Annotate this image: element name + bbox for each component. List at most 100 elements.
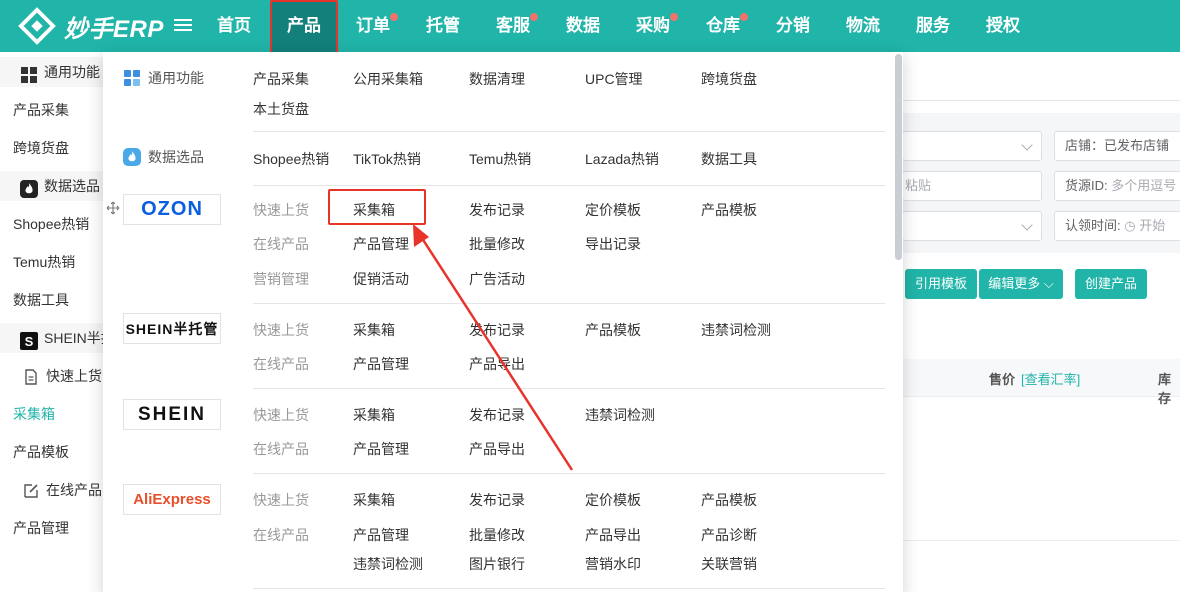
menu-link-public-collect-box[interactable]: 公用采集箱: [353, 69, 423, 89]
menu-ali-related-marketing[interactable]: 关联营销: [701, 554, 757, 574]
menu-ali-publish-records[interactable]: 发布记录: [469, 490, 525, 510]
menu-ozon-online-products[interactable]: 在线产品: [253, 234, 309, 254]
nav-logistics[interactable]: 物流: [844, 0, 882, 52]
menu-shein-semi-publish-records[interactable]: 发布记录: [469, 320, 525, 340]
menu-link-tiktok-hot[interactable]: TikTok热销: [353, 149, 421, 169]
menu-ali-batch-edit[interactable]: 批量修改: [469, 525, 525, 545]
menu-shein-semi-product-management[interactable]: 产品管理: [353, 354, 409, 374]
menu-ali-product-export[interactable]: 产品导出: [585, 525, 641, 545]
annotation-highlight-nav-product: [270, 0, 338, 58]
menu-link-data-cleanup[interactable]: 数据清理: [469, 69, 525, 89]
menu-shein-semi-product-template[interactable]: 产品模板: [585, 320, 641, 340]
menu-divider: [253, 303, 885, 304]
menu-ali-online-products[interactable]: 在线产品: [253, 525, 309, 545]
sidebar-item-product-template[interactable]: 产品模板: [0, 442, 104, 462]
menu-ali-collect-box[interactable]: 采集箱: [353, 490, 395, 510]
menu-ali-product-template[interactable]: 产品模板: [701, 490, 757, 510]
menu-ali-image-bank[interactable]: 图片银行: [469, 554, 525, 574]
menu-ali-pricing-template[interactable]: 定价模板: [585, 490, 641, 510]
menu-shein-semi-collect-box[interactable]: 采集箱: [353, 320, 395, 340]
nav-hosting[interactable]: 托管: [424, 0, 462, 52]
nav-authorization[interactable]: 授权: [984, 0, 1022, 52]
notification-dot: [740, 13, 748, 21]
sidebar-item-product-collect[interactable]: 产品采集: [0, 100, 104, 120]
logo[interactable]: 妙手ERP: [18, 7, 164, 45]
sidebar-item-data-tools[interactable]: 数据工具: [0, 290, 104, 310]
menu-ozon-publish-records[interactable]: 发布记录: [469, 200, 525, 220]
ref-template-button[interactable]: 引用模板: [905, 269, 977, 299]
nav-data[interactable]: 数据: [564, 0, 602, 52]
move-icon[interactable]: [106, 201, 120, 215]
menu-ozon-product-template[interactable]: 产品模板: [701, 200, 757, 220]
sidebar-item-product-management[interactable]: 产品管理: [0, 518, 104, 538]
menu-link-product-collect[interactable]: 产品采集: [253, 69, 309, 89]
menu-link-upc-management[interactable]: UPC管理: [585, 69, 643, 89]
menu-link-cross-border-pallet[interactable]: 跨境货盘: [701, 69, 757, 89]
menu-ozon-ad-campaigns[interactable]: 广告活动: [469, 269, 525, 289]
sidebar-item-cross-border[interactable]: 跨境货盘: [0, 138, 104, 158]
menu-shein-collect-box[interactable]: 采集箱: [353, 405, 395, 425]
brand-aliexpress-logo: AliExpress: [123, 484, 221, 515]
menu-ozon-export-records[interactable]: 导出记录: [585, 234, 641, 254]
source-id-input[interactable]: 货源ID: 多个用逗号: [1054, 171, 1180, 201]
nav-home[interactable]: 首页: [212, 0, 256, 52]
store-filter-select[interactable]: 店铺：已发布店铺: [1054, 131, 1180, 161]
sidebar-group-data-select[interactable]: 数据选品: [0, 171, 104, 201]
document-icon: [22, 368, 40, 386]
view-exchange-rate-link[interactable]: [查看汇率]: [1021, 369, 1080, 388]
menu-link-shopee-hot[interactable]: Shopee热销: [253, 149, 329, 169]
menu-ozon-quick-upload[interactable]: 快速上货: [253, 200, 309, 220]
menu-ozon-marketing[interactable]: 营销管理: [253, 269, 309, 289]
sidebar-group-general[interactable]: 通用功能: [0, 57, 104, 87]
menu-link-lazada-hot[interactable]: Lazada热销: [585, 149, 659, 169]
menu-ali-quick-upload[interactable]: 快速上货: [253, 490, 309, 510]
menu-ali-marketing-watermark[interactable]: 营销水印: [585, 554, 641, 574]
menu-link-data-tools[interactable]: 数据工具: [701, 149, 757, 169]
edit-more-button[interactable]: 编辑更多 ⌵: [979, 269, 1063, 299]
sidebar-group-shein-semi[interactable]: S SHEIN半托管: [0, 323, 104, 353]
nav-purchase[interactable]: 采购: [634, 0, 678, 52]
menu-shein-online-products[interactable]: 在线产品: [253, 439, 309, 459]
sidebar-item-temu-hot[interactable]: Temu热销: [0, 252, 104, 272]
menu-ozon-product-management[interactable]: 产品管理: [353, 234, 409, 254]
sidebar-item-online-products[interactable]: 在线产品: [0, 480, 104, 500]
menu-shein-quick-upload[interactable]: 快速上货: [253, 405, 309, 425]
section-general: 通用功能: [123, 68, 204, 88]
menu-shein-semi-online-products[interactable]: 在线产品: [253, 354, 309, 374]
hamburger-menu-icon[interactable]: [174, 16, 192, 34]
filter-select[interactable]: [902, 131, 1042, 161]
nav-warehouse[interactable]: 仓库: [704, 0, 748, 52]
menu-shein-semi-product-export[interactable]: 产品导出: [469, 354, 525, 374]
menu-link-temu-hot[interactable]: Temu热销: [469, 149, 531, 169]
menu-ali-product-management[interactable]: 产品管理: [353, 525, 409, 545]
top-nav-bar: 妙手ERP 首页 产品 订单 托管 客服 数据 采购 仓库 分销 物流 服务 授…: [0, 0, 1180, 52]
nav-customer-service[interactable]: 客服: [494, 0, 538, 52]
menu-ozon-pricing-template[interactable]: 定价模板: [585, 200, 641, 220]
tab-underline: [902, 100, 1180, 101]
menu-shein-publish-records[interactable]: 发布记录: [469, 405, 525, 425]
menu-shein-banned-words[interactable]: 违禁词检测: [585, 405, 655, 425]
menu-ali-banned-words[interactable]: 违禁词检测: [353, 554, 423, 574]
menu-ozon-batch-edit[interactable]: 批量修改: [469, 234, 525, 254]
paste-input[interactable]: 粘贴: [902, 171, 1042, 201]
menu-ozon-promotions[interactable]: 促销活动: [353, 269, 409, 289]
nav-distribution[interactable]: 分销: [774, 0, 812, 52]
claim-time-input[interactable]: 认领时间: ◷ 开始: [1054, 211, 1180, 241]
menu-shein-product-export[interactable]: 产品导出: [469, 439, 525, 459]
menu-shein-semi-quick-upload[interactable]: 快速上货: [253, 320, 309, 340]
sidebar-item-quick-upload[interactable]: 快速上货: [0, 366, 104, 386]
menu-ali-product-diagnosis[interactable]: 产品诊断: [701, 525, 757, 545]
menu-link-local-pallet[interactable]: 本土货盘: [253, 99, 309, 119]
menu-scrollbar[interactable]: [895, 54, 902, 260]
filter-select-2[interactable]: [902, 211, 1042, 241]
flame-icon: [123, 148, 141, 166]
sidebar-item-collect-box[interactable]: 采集箱: [0, 404, 104, 424]
menu-shein-product-management[interactable]: 产品管理: [353, 439, 409, 459]
sidebar-item-shopee-hot[interactable]: Shopee热销: [0, 214, 104, 234]
create-product-button[interactable]: 创建产品: [1075, 269, 1147, 299]
menu-divider: [253, 185, 885, 186]
menu-shein-semi-banned-words[interactable]: 违禁词检测: [701, 320, 771, 340]
nav-service[interactable]: 服务: [914, 0, 952, 52]
grid-icon: [124, 70, 140, 86]
nav-orders[interactable]: 订单: [354, 0, 398, 52]
